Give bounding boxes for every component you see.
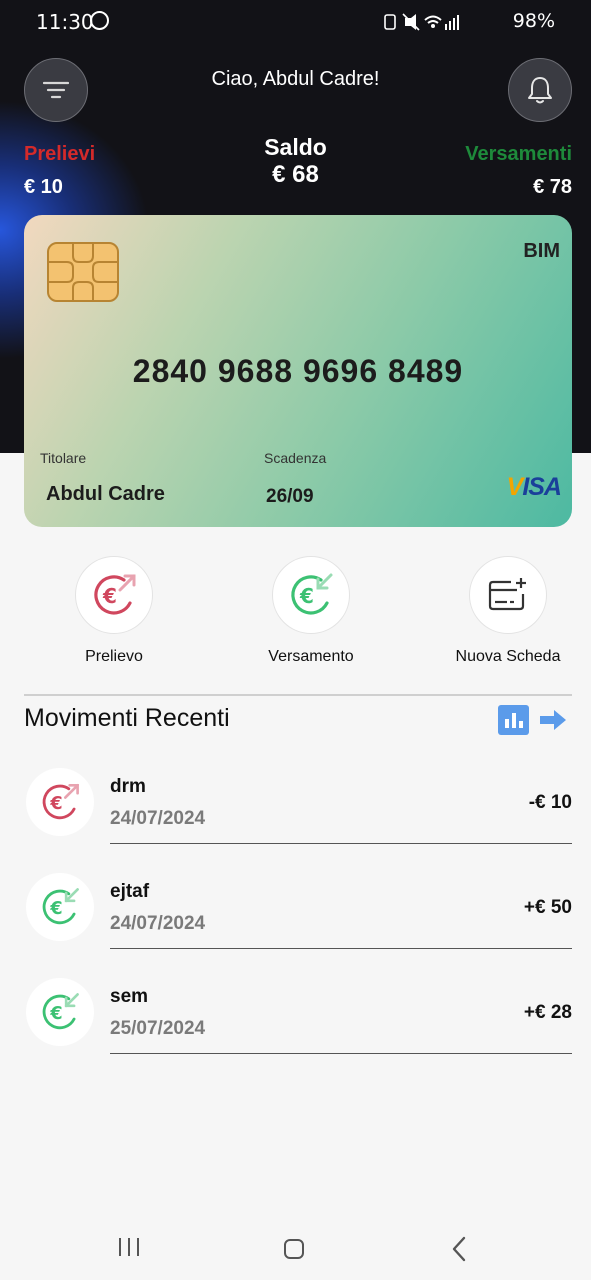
prelievo-button[interactable]: € [75,556,153,634]
movement-date: 24/07/2024 [110,808,206,829]
expiry-label: Scadenza [264,450,327,466]
movement-row[interactable]: € sem 25/07/2024 +€ 28 [24,977,572,1082]
bank-card[interactable]: BIM 2840 9688 9696 8489 Titolare Scadenz… [24,215,572,527]
svg-text:€: € [299,584,314,608]
home-button[interactable] [284,1239,304,1259]
prelievo-label: Prelievo [85,648,143,665]
svg-text:€: € [102,584,117,608]
movement-name: sem [110,986,149,1007]
movement-row[interactable]: € ejtaf 24/07/2024 +€ 50 [24,872,572,977]
whatsapp-icon [90,11,109,30]
versamento-action[interactable]: € Versamento [231,556,391,666]
status-bar: 11:30 98% [0,0,591,44]
chart-bar-3 [518,721,523,728]
holder-label: Titolare [40,450,87,466]
svg-text:€: € [49,1004,62,1024]
nuova-scheda-action[interactable]: Nuova Scheda [428,556,588,666]
versamenti-value: € 78 [533,176,572,198]
versamento-button[interactable]: € [272,556,350,634]
recent-apps-button[interactable] [119,1238,139,1258]
greeting-text: Ciao, Abdul Cadre! [211,68,380,90]
system-nav-bar [0,1218,591,1280]
card-number: 2840 9688 9696 8489 [132,353,464,389]
movement-name: ejtaf [110,881,150,902]
row-divider [110,1053,572,1054]
withdraw-icon: € [26,768,94,836]
versamento-label: Versamento [268,648,354,665]
chip-lines [49,244,117,300]
recent-bar [119,1238,121,1256]
movement-row[interactable]: € drm 24/07/2024 -€ 10 [24,767,572,872]
chart-bar-1 [504,719,509,728]
movement-date: 24/07/2024 [110,913,206,934]
recent-movements-title: Movimenti Recenti [24,704,230,732]
prelievo-action[interactable]: € Prelievo [34,556,194,666]
section-divider [24,694,572,696]
visa-logo: VISA [506,473,562,501]
battery-level: 98% [513,10,555,32]
deposit-icon: € [26,873,94,941]
card-bank-name: BIM [523,240,560,262]
svg-text:€: € [49,899,62,919]
bell-icon [528,77,552,104]
euro-withdraw-icon: € [94,574,136,615]
expiry-date: 26/09 [266,486,314,507]
movement-amount: +€ 50 [523,897,572,918]
svg-text:€: € [49,794,62,814]
add-card-icon [488,578,526,611]
deposit-icon: € [26,978,94,1046]
euro-deposit-icon: € [291,573,333,615]
holder-name: Abdul Cadre [46,483,165,505]
versamenti-label: Versamenti [465,143,572,165]
recent-bar [128,1238,130,1256]
chart-bar-2 [511,713,516,728]
movement-amount: -€ 10 [528,792,572,813]
status-time: 11:30 [36,10,94,34]
row-divider [110,948,572,949]
euro-deposit-icon: € [42,888,79,925]
nuova-scheda-button[interactable] [469,556,547,634]
movement-date: 25/07/2024 [110,1018,206,1039]
movement-name: drm [110,776,146,797]
euro-withdraw-icon: € [42,783,79,820]
bar-chart-icon[interactable] [498,705,529,735]
notifications-button[interactable] [508,58,572,122]
arrow-right-icon[interactable] [538,708,568,732]
back-button[interactable] [449,1235,469,1263]
euro-deposit-icon: € [42,993,79,1030]
signal-icons [384,13,459,31]
recent-bar [137,1238,139,1256]
row-divider [110,843,572,844]
movement-amount: +€ 28 [523,1002,572,1023]
card-chip-icon [47,242,119,302]
nuova-scheda-label: Nuova Scheda [455,648,561,665]
status-icons [383,12,473,36]
battery-percent: 98% [512,10,555,32]
